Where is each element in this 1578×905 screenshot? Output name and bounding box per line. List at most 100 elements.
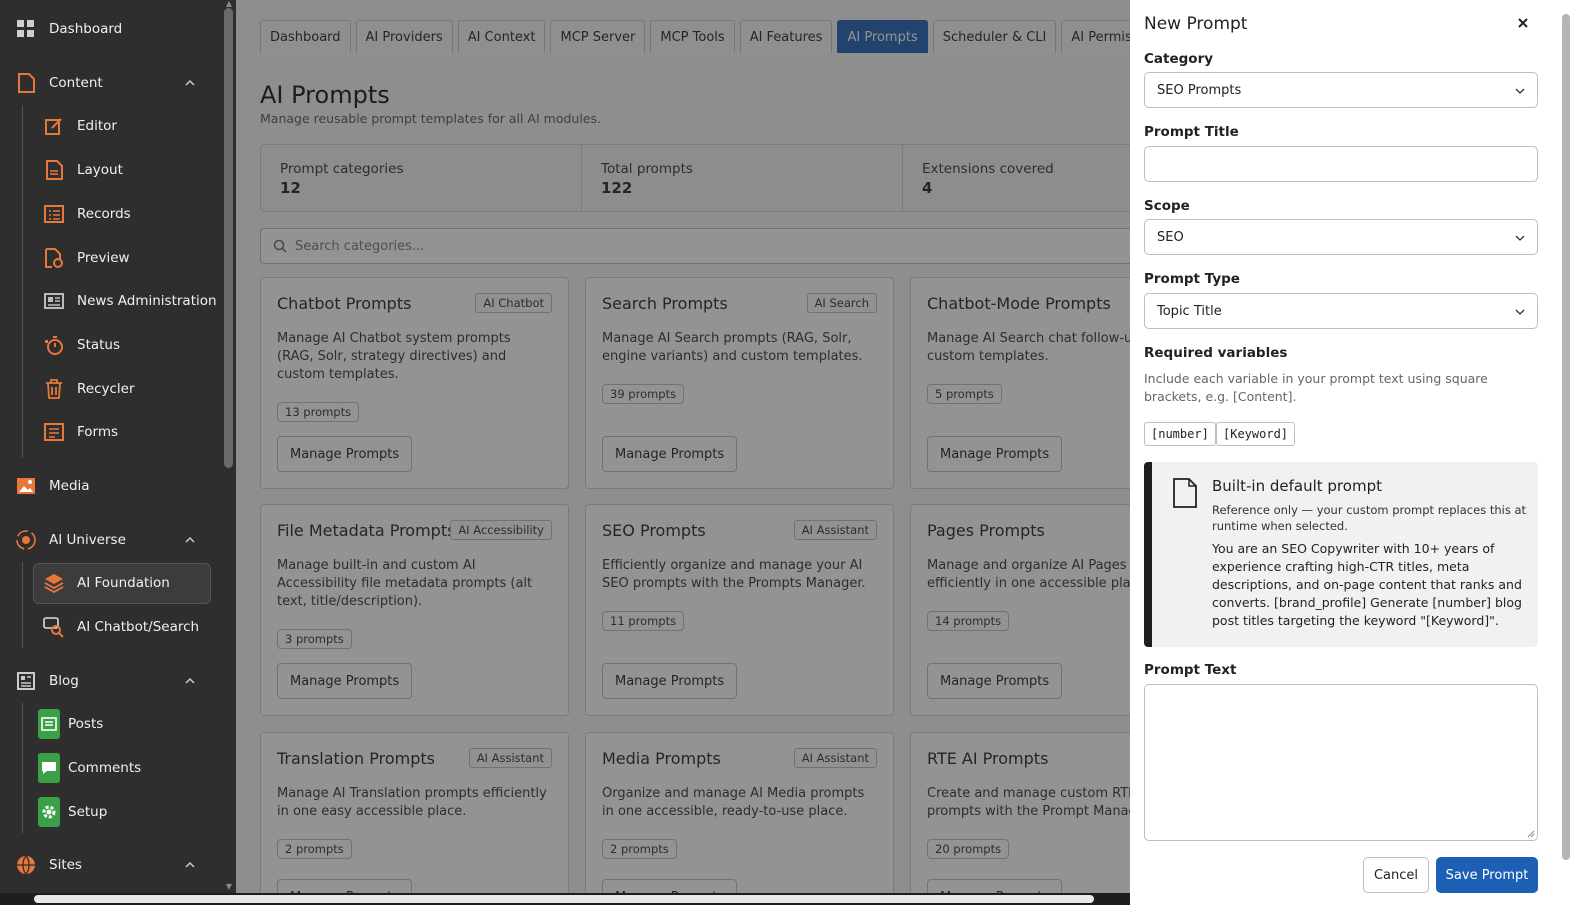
sidebar-item-news[interactable]: News Administration	[0, 281, 222, 321]
dashboard-icon	[15, 18, 37, 40]
sidebar-item-ai-universe[interactable]: AI Universe	[0, 520, 222, 560]
sidebar-item-label: Posts	[68, 716, 104, 732]
variables-help-text: Include each variable in your prompt tex…	[1144, 371, 1488, 404]
sidebar-item-status[interactable]: Status	[0, 325, 222, 365]
sidebar-item-label: Sites	[49, 857, 82, 873]
sidebar-scrollbar[interactable]: ▲ ▼	[222, 0, 236, 905]
sidebar-item-content[interactable]: Content	[0, 63, 222, 103]
save-prompt-button[interactable]: Save Prompt	[1436, 857, 1538, 893]
sidebar-item-label: AI Foundation	[77, 575, 170, 591]
prompt-type-value: Topic Title	[1157, 303, 1222, 319]
chat-search-icon	[43, 616, 65, 638]
scroll-down-icon[interactable]: ▼	[224, 883, 234, 891]
cancel-button[interactable]: Cancel	[1363, 857, 1429, 893]
comment-icon	[38, 753, 60, 783]
scroll-thumb[interactable]	[34, 895, 1094, 903]
panel-scrollbar[interactable]	[1560, 0, 1572, 905]
builtin-note: Reference only — your custom prompt repl…	[1212, 503, 1527, 533]
variable-chip[interactable]: [Keyword]	[1216, 422, 1296, 446]
sidebar-item-ai-foundation[interactable]: AI Foundation	[0, 563, 222, 603]
category-select[interactable]: SEO Prompts	[1144, 72, 1538, 108]
chevron-up-icon[interactable]	[184, 77, 196, 89]
trash-icon	[43, 378, 65, 400]
stopwatch-icon	[43, 334, 65, 356]
variable-chip[interactable]: [number]	[1144, 422, 1216, 446]
prompt-type-select[interactable]: Topic Title	[1144, 293, 1538, 329]
chevron-up-icon[interactable]	[184, 675, 196, 687]
prompt-text-label: Prompt Text	[1144, 662, 1237, 678]
sidebar-item-label: AI Universe	[49, 532, 126, 548]
chevron-down-icon	[1515, 88, 1525, 94]
sidebar-item-label: Setup	[68, 804, 108, 820]
sidebar-item-preview[interactable]: Preview	[0, 238, 222, 278]
scope-select[interactable]: SEO	[1144, 219, 1538, 255]
sidebar: Dashboard Content Editor Layout Records …	[0, 0, 236, 905]
sidebar-item-label: Layout	[77, 162, 123, 178]
sidebar-item-label: Status	[77, 337, 121, 353]
edit-icon	[43, 115, 65, 137]
scroll-up-icon[interactable]: ▲	[224, 0, 234, 8]
panel-title: New Prompt	[1144, 14, 1248, 34]
sidebar-item-posts[interactable]: Posts	[0, 704, 222, 744]
sidebar-item-label: Comments	[68, 760, 142, 776]
orbit-icon	[15, 529, 37, 551]
scope-value: SEO	[1157, 229, 1184, 245]
scroll-thumb[interactable]	[224, 8, 233, 468]
sidebar-item-comments[interactable]: Comments	[0, 748, 222, 788]
sidebar-item-label: News Administration	[77, 293, 217, 309]
category-value: SEO Prompts	[1157, 82, 1242, 98]
sidebar-item-label: Blog	[49, 673, 79, 689]
list-icon	[43, 203, 65, 225]
sidebar-item-editor[interactable]: Editor	[0, 106, 222, 146]
sidebar-item-label: Recycler	[77, 381, 135, 397]
sidebar-item-recycler[interactable]: Recycler	[0, 369, 222, 409]
sidebar-item-label: Dashboard	[49, 21, 123, 37]
document-icon	[1173, 478, 1197, 508]
sidebar-item-label: Media	[49, 478, 90, 494]
prompt-title-input[interactable]	[1144, 146, 1538, 182]
sidebar-item-forms[interactable]: Forms	[0, 412, 222, 452]
globe-icon	[15, 854, 37, 876]
scroll-thumb[interactable]	[1562, 14, 1570, 860]
sidebar-item-label: Content	[49, 75, 103, 91]
news-icon	[43, 290, 65, 312]
document-icon	[43, 159, 65, 181]
sidebar-item-setup[interactable]: Setup	[0, 792, 222, 832]
image-icon	[15, 475, 37, 497]
page-icon	[15, 72, 37, 94]
horizontal-scrollbar[interactable]	[0, 893, 1130, 905]
sidebar-item-label: Forms	[77, 424, 119, 440]
sidebar-item-blog[interactable]: Blog	[0, 661, 222, 701]
chevron-up-icon[interactable]	[184, 859, 196, 871]
modal-backdrop[interactable]	[236, 0, 1130, 893]
prompt-title-label: Prompt Title	[1144, 124, 1239, 140]
required-variables-label: Required variables	[1144, 345, 1288, 361]
prompt-type-label: Prompt Type	[1144, 271, 1240, 287]
gear-icon	[38, 797, 60, 827]
posts-icon	[38, 709, 60, 739]
form-icon	[43, 421, 65, 443]
layers-icon	[43, 572, 65, 594]
sidebar-item-dashboard[interactable]: Dashboard	[0, 9, 222, 49]
close-icon[interactable]	[1516, 16, 1530, 30]
sidebar-item-label: Records	[77, 206, 131, 222]
sidebar-item-sites[interactable]: Sites	[0, 845, 222, 885]
sidebar-item-ai-chatbot[interactable]: AI Chatbot/Search	[0, 607, 222, 647]
blog-icon	[15, 670, 37, 692]
category-label: Category	[1144, 51, 1214, 67]
sidebar-item-label: Preview	[77, 250, 130, 266]
sidebar-item-layout[interactable]: Layout	[0, 150, 222, 190]
preview-icon	[43, 247, 65, 269]
chevron-down-icon	[1515, 309, 1525, 315]
resize-handle-icon[interactable]	[1527, 830, 1535, 838]
chevron-up-icon[interactable]	[184, 534, 196, 546]
chevron-down-icon	[1515, 235, 1525, 241]
prompt-text-area[interactable]	[1144, 684, 1538, 841]
builtin-default-prompt: Built-in default prompt Reference only —…	[1144, 462, 1538, 647]
builtin-prompt-text: You are an SEO Copywriter with 10+ years…	[1212, 541, 1522, 628]
builtin-title: Built-in default prompt	[1212, 477, 1382, 495]
sidebar-item-media[interactable]: Media	[0, 466, 222, 506]
scope-label: Scope	[1144, 198, 1190, 214]
new-prompt-panel: New Prompt Category SEO Prompts Prompt T…	[1130, 0, 1578, 905]
sidebar-item-records[interactable]: Records	[0, 194, 222, 234]
